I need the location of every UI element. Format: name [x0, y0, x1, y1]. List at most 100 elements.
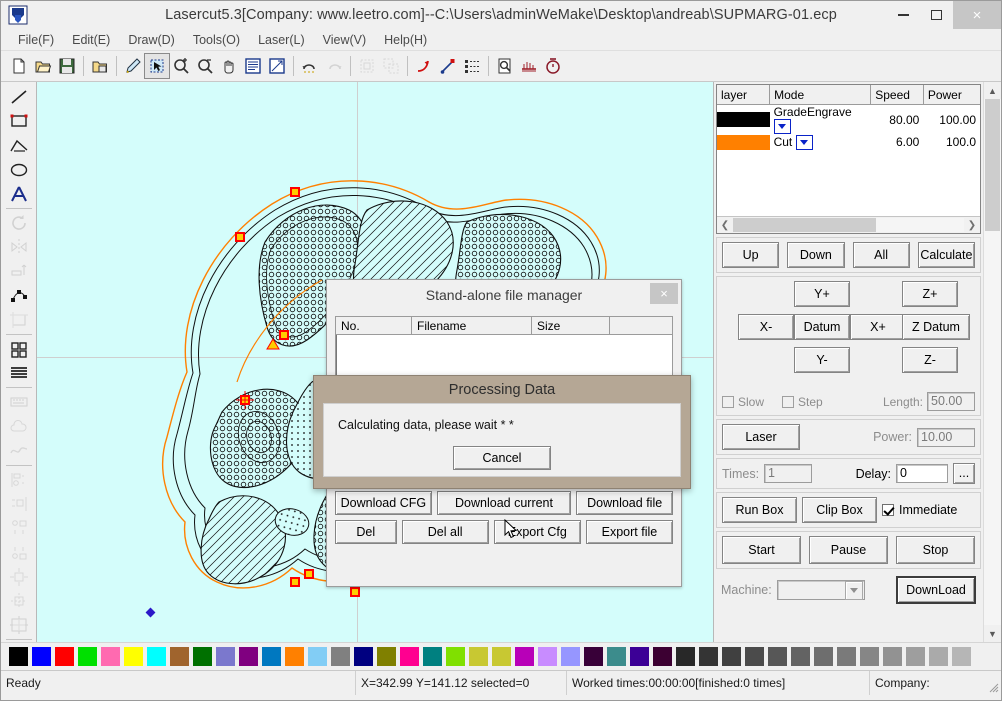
palette-swatch[interactable]: [469, 647, 488, 666]
machine-select[interactable]: [776, 580, 865, 600]
maximize-button[interactable]: [920, 1, 953, 29]
layer-power[interactable]: 100.0: [923, 134, 980, 150]
jog-z-datum-button[interactable]: Z Datum: [902, 314, 970, 340]
jog-datum-button[interactable]: Datum: [794, 314, 850, 340]
layer-speed[interactable]: 6.00: [871, 134, 924, 150]
download-cfg-button[interactable]: Download CFG: [335, 491, 432, 515]
immediate-checkbox[interactable]: [882, 504, 894, 516]
palette-swatch[interactable]: [768, 647, 787, 666]
scroll-left-icon[interactable]: ❮: [717, 220, 733, 231]
timer-icon[interactable]: [541, 54, 565, 78]
palette-swatch[interactable]: [952, 647, 971, 666]
palette-swatch[interactable]: [331, 647, 350, 666]
palette-swatch[interactable]: [423, 647, 442, 666]
menu-edit[interactable]: Edit(E): [63, 31, 119, 49]
fit-window-icon[interactable]: [241, 54, 265, 78]
scroll-up-icon[interactable]: ▲: [984, 82, 1001, 99]
palette-swatch[interactable]: [699, 647, 718, 666]
minimize-button[interactable]: [887, 1, 920, 29]
palette-swatch[interactable]: [837, 647, 856, 666]
download-file-button[interactable]: Download file: [576, 491, 673, 515]
scroll-thumb[interactable]: [733, 218, 877, 232]
length-input[interactable]: 50.00: [927, 392, 975, 411]
fit-selection-icon[interactable]: [265, 54, 289, 78]
palette-swatch[interactable]: [354, 647, 373, 666]
palette-swatch[interactable]: [492, 647, 511, 666]
power-input[interactable]: 10.00: [917, 427, 975, 447]
delay-input[interactable]: 0: [896, 464, 948, 483]
palette-swatch[interactable]: [400, 647, 419, 666]
palette-swatch[interactable]: [929, 647, 948, 666]
scroll-down-icon[interactable]: ▼: [984, 625, 1001, 642]
palette-swatch[interactable]: [906, 647, 925, 666]
file-manager-close-button[interactable]: ×: [650, 283, 678, 304]
times-input[interactable]: 1: [764, 464, 813, 483]
jog-x-minus-button[interactable]: X-: [738, 314, 794, 340]
start-button[interactable]: Start: [722, 536, 801, 564]
palette-swatch[interactable]: [745, 647, 764, 666]
menu-view[interactable]: View(V): [314, 31, 376, 49]
save-icon[interactable]: [55, 54, 79, 78]
scroll-right-icon[interactable]: ❯: [964, 220, 980, 231]
menu-laser[interactable]: Laser(L): [249, 31, 314, 49]
processing-data-dialog[interactable]: Processing Data Calculating data, please…: [313, 375, 691, 489]
tool-polyline[interactable]: [6, 133, 32, 157]
palette-swatch[interactable]: [9, 647, 28, 666]
tool-line[interactable]: [6, 85, 32, 109]
stop-button[interactable]: Stop: [896, 536, 975, 564]
chevron-down-icon[interactable]: [795, 134, 813, 150]
scroll-track[interactable]: [984, 99, 1001, 625]
palette-swatch[interactable]: [170, 647, 189, 666]
tool-array[interactable]: [6, 337, 32, 361]
step-checkbox[interactable]: [782, 395, 795, 408]
layer-mode[interactable]: GradeEngrave: [770, 105, 871, 135]
scroll-thumb[interactable]: [985, 99, 1000, 231]
palette-swatch[interactable]: [308, 647, 327, 666]
resize-grip-icon[interactable]: [981, 671, 1001, 695]
jog-y-minus-button[interactable]: Y-: [794, 347, 850, 373]
tool-node-edit[interactable]: [6, 284, 32, 308]
layer-mode[interactable]: Cut: [770, 134, 871, 150]
palette-swatch[interactable]: [446, 647, 465, 666]
download-current-button[interactable]: Download current: [436, 491, 572, 515]
layer-color-swatch[interactable]: [717, 112, 770, 128]
palette-swatch[interactable]: [239, 647, 258, 666]
select-icon[interactable]: [144, 53, 170, 79]
jog-z-minus-button[interactable]: Z-: [902, 347, 958, 373]
scroll-track[interactable]: [733, 218, 964, 232]
zoom-in-icon[interactable]: [169, 54, 193, 78]
layer-table[interactable]: layer Mode Speed Power GradeEngrave 80.0…: [716, 84, 981, 234]
jog-x-plus-button[interactable]: X+: [850, 314, 906, 340]
chevron-down-icon[interactable]: [844, 580, 863, 600]
layer-horizontal-scrollbar[interactable]: ❮ ❯: [717, 216, 980, 233]
pan-hand-icon[interactable]: [217, 54, 241, 78]
jog-y-plus-button[interactable]: Y+: [794, 281, 850, 307]
palette-swatch[interactable]: [561, 647, 580, 666]
zoom-out-icon[interactable]: [193, 54, 217, 78]
palette-swatch[interactable]: [515, 647, 534, 666]
jog-z-plus-button[interactable]: Z+: [902, 281, 958, 307]
node-arrow-icon[interactable]: [436, 54, 460, 78]
palette-swatch[interactable]: [216, 647, 235, 666]
menu-help[interactable]: Help(H): [375, 31, 436, 49]
palette-swatch[interactable]: [676, 647, 695, 666]
palette-swatch[interactable]: [101, 647, 120, 666]
layer-color-swatch[interactable]: [717, 134, 770, 150]
palette-swatch[interactable]: [262, 647, 281, 666]
arrow-path-icon[interactable]: [412, 54, 436, 78]
palette-swatch[interactable]: [814, 647, 833, 666]
undo-icon[interactable]: [298, 54, 322, 78]
palette-swatch[interactable]: [722, 647, 741, 666]
menu-tools[interactable]: Tools(O): [184, 31, 249, 49]
table-row[interactable]: GradeEngrave 80.00 100.00: [717, 105, 980, 135]
palette-swatch[interactable]: [630, 647, 649, 666]
palette-swatch[interactable]: [285, 647, 304, 666]
up-button[interactable]: Up: [722, 242, 780, 268]
open-icon[interactable]: [31, 54, 55, 78]
palette-swatch[interactable]: [883, 647, 902, 666]
right-panel-scrollbar[interactable]: ▲ ▼: [983, 82, 1001, 642]
palette-swatch[interactable]: [193, 647, 212, 666]
cut-order-icon[interactable]: [517, 54, 541, 78]
table-row[interactable]: Cut 6.00 100.0: [717, 134, 980, 150]
palette-swatch[interactable]: [78, 647, 97, 666]
